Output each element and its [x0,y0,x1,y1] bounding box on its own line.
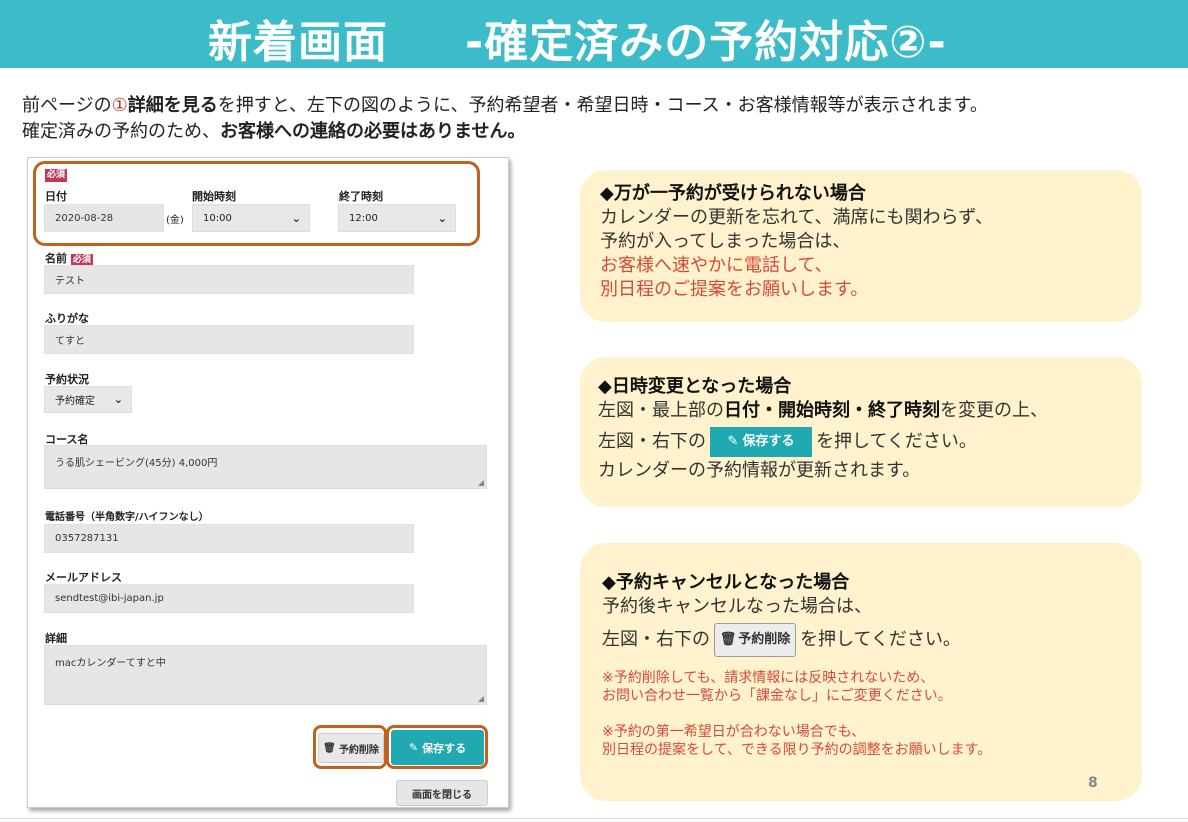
save-button-highlight [386,725,488,769]
phone-input[interactable]: 0357287131 [44,524,414,553]
line-1-post: を変更の上、 [940,400,1048,421]
trash-icon: 🗑 [719,632,737,647]
callout-date-change: ◆日時変更となった場合 左図・最上部の日付・開始時刻・終了時刻を変更の上、 左図… [580,357,1142,507]
slide-title: 新着画面 [208,17,388,68]
callout-unavailable-line-1: カレンダーの更新を忘れて、満席にも関わらず、 [600,207,993,228]
email-label: メールアドレス [45,571,122,584]
note-1a: ※予約削除しても、請求情報には反映されないため、 [602,670,935,686]
step-number: ① [111,95,128,116]
callout-unavailable: ◆万が一予約が受けられない場合 カレンダーの更新を忘れて、満席にも関わらず、 予… [580,170,1142,322]
intro-text: 前ページの①詳細を見るを押すと、左下の図のように、予約希望者・希望日時・コース・… [22,93,1182,145]
pencil-icon: ✎ [727,434,739,449]
name-input[interactable]: テスト [44,265,414,294]
note-2a: ※予約の第一希望日が合わない場合でも、 [602,724,866,740]
intro-line-2-bold: お客様への連絡の必要はありません。 [220,121,526,142]
line-2-post: を押してください。 [800,629,961,650]
resize-grip-icon[interactable]: ◢ [478,478,484,487]
detail-value: macカレンダーてすと中 [55,658,166,669]
callout-unavailable-line-4: 別日程のご提案をお願いします。 [600,279,869,300]
callout-date-change-line-1: 左図・最上部の日付・開始時刻・終了時刻を変更の上、 [598,399,1124,423]
detail-textarea[interactable]: macカレンダーてすと中 ◢ [44,645,487,705]
status-value: 予約確定 [55,396,95,407]
intro-line-1-post: を押すと、左下の図のように、予約希望者・希望日時・コース・お客様情報等が表示され… [217,95,988,116]
line-1-bold: 日付・開始時刻・終了時刻 [724,400,940,421]
chevron-down-icon: ⌄ [113,393,123,406]
line-2-pre: 左図・右下の [598,431,706,452]
inline-save-button: ✎ 保存する [710,427,812,457]
delete-button-highlight [313,725,387,769]
intro-line-1: 前ページの①詳細を見るを押すと、左下の図のように、予約希望者・希望日時・コース・… [22,93,1182,119]
resize-grip-icon[interactable]: ◢ [478,694,484,703]
name-label-text: 名前 [45,252,67,265]
line-2-pre: 左図・右下の [602,629,710,650]
status-label: 予約状況 [45,373,89,386]
inline-delete-label: 予約削除 [738,632,791,647]
furigana-input[interactable]: てすと [44,325,414,354]
callout-cancellation-note-2: ※予約の第一希望日が合わない場合でも、 別日程の提案をして、できる限り予約の調整… [602,723,1120,759]
page-number: 8 [1088,775,1098,791]
callout-date-change-line-3: カレンダーの予約情報が更新されます。 [598,460,921,481]
course-textarea[interactable]: うる肌シェービング(45分) 4,000円 ◢ [44,445,487,489]
slide-subtitle: -確定済みの予約対応②- [465,17,947,68]
furigana-label: ふりがな [45,312,89,325]
date-time-highlight [33,161,480,246]
callout-unavailable-title: ◆万が一予約が受けられない場合 [600,183,866,204]
status-select[interactable]: 予約確定 ⌄ [44,386,132,413]
line-2-post: を押してください。 [816,431,977,452]
note-1b: お問い合わせ一覧から「課金なし」にご変更ください。 [602,688,952,704]
intro-line-2: 確定済みの予約のため、お客様への連絡の必要はありません。 [22,119,1182,145]
callout-cancellation-title: ◆予約キャンセルとなった場合 [602,572,850,593]
callout-cancellation-note-1: ※予約削除しても、請求情報には反映されないため、 お問い合わせ一覧から「課金なし… [602,669,1120,705]
intro-line-1-pre: 前ページの [22,95,112,116]
callout-unavailable-line-2: 予約が入ってしまった場合は、 [600,231,851,252]
inline-save-label: 保存する [742,434,795,449]
slide-header: 新着画面 -確定済みの予約対応②- [0,0,1188,68]
callout-unavailable-line-3: お客様へ速やかに電話して、 [600,255,833,276]
callout-date-change-title: ◆日時変更となった場合 [598,376,792,397]
callout-cancellation: ◆予約キャンセルとなった場合 予約後キャンセルなった場合は、 左図・右下の 🗑 予約… [580,543,1142,801]
bottom-divider [0,818,1188,819]
email-input[interactable]: sendtest@ibi-japan.jp [44,584,414,613]
detail-label: 詳細 [45,632,67,645]
reservation-detail-form: 必須 日付 2020-08-28 (金) 開始時刻 10:00 ⌄ 終了時刻 12… [27,157,509,808]
intro-line-1-bold: 詳細を見る [127,95,218,116]
course-value: うる肌シェービング(45分) 4,000円 [55,458,218,469]
note-2b: 別日程の提案をして、できる限り予約の調整をお願いします。 [602,742,992,758]
line-1-pre: 左図・最上部の [598,400,724,421]
close-screen-button[interactable]: 画面を閉じる [396,780,488,806]
callout-cancellation-line-2: 左図・右下の 🗑 予約削除 を押してください。 [602,623,1120,657]
callout-date-change-line-2: 左図・右下の ✎ 保存する を押してください。 [598,427,1124,457]
inline-delete-button: 🗑 予約削除 [714,623,796,657]
intro-line-2-pre: 確定済みの予約のため、 [22,121,220,142]
phone-label: 電話番号（半角数字/ハイフンなし） [45,512,209,523]
callout-cancellation-line-1: 予約後キャンセルなった場合は、 [602,596,872,617]
